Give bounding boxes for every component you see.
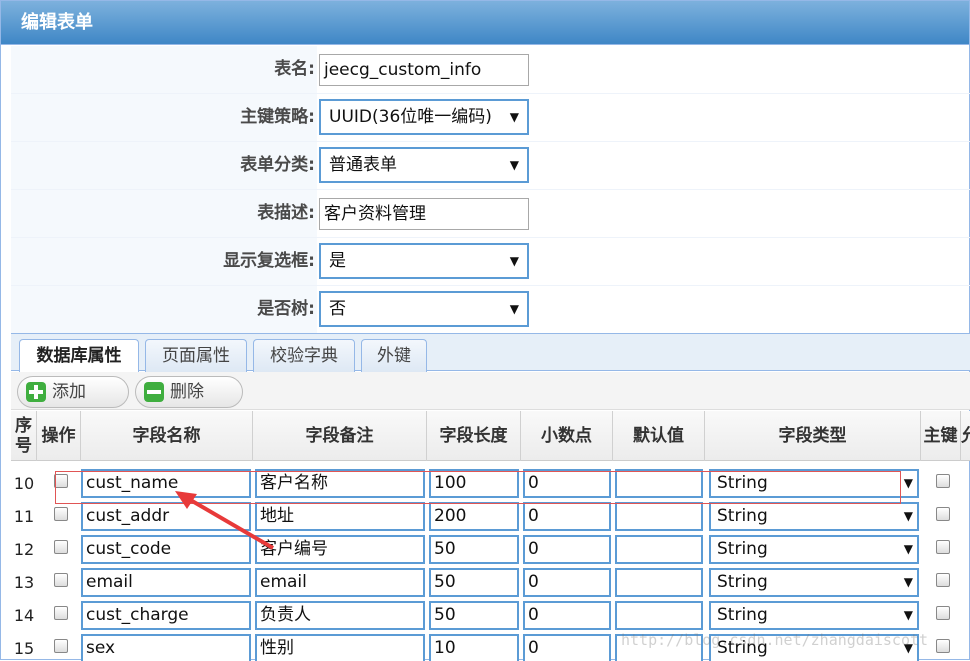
watermark: http://blog.csdn.net/zhangdaiscott (621, 631, 929, 649)
edit-form-panel: 编辑表单 表名: jeecg_custom_info 主键策略: UUID(36… (0, 0, 970, 661)
annotation-arrow (175, 491, 275, 550)
